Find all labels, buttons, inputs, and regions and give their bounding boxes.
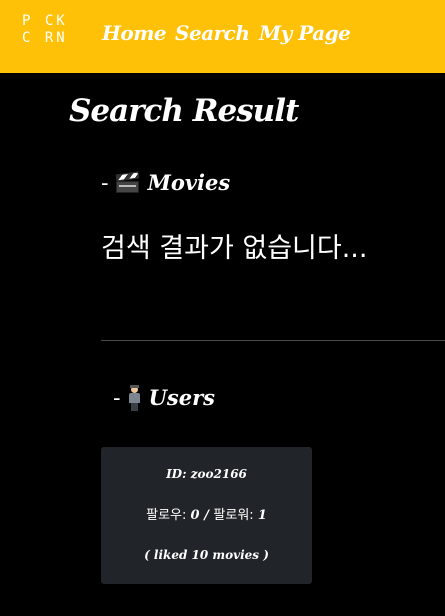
heading-dash: - — [113, 386, 121, 410]
logo-text-top: P CK — [22, 13, 68, 29]
section-divider — [101, 340, 445, 341]
users-section-heading: - Users — [113, 384, 215, 412]
heading-dash: - — [101, 171, 109, 195]
followers-count: 1 — [257, 508, 267, 523]
following-label: 팔로우: — [146, 508, 191, 523]
person-icon — [127, 385, 141, 411]
pickcorn-logo[interactable]: P CK C RN — [22, 13, 78, 51]
users-heading-label: Users — [148, 385, 215, 410]
user-card[interactable]: ID: zoo2166 팔로우: 0 / 팔로워: 1 ( liked 10 m… — [101, 447, 312, 584]
follow-separator: / — [199, 508, 214, 523]
movies-heading-label: Movies — [147, 170, 231, 195]
movies-section-heading: - Movies — [101, 169, 230, 197]
nav-home-link[interactable]: Home — [102, 19, 167, 47]
user-id[interactable]: ID: zoo2166 — [101, 465, 312, 483]
following-count: 0 — [190, 508, 200, 523]
nav-my-page-link[interactable]: My Page — [259, 19, 351, 47]
nav-search-link[interactable]: Search — [175, 19, 250, 47]
clapper-board-icon — [115, 171, 140, 194]
user-follow-stats: 팔로우: 0 / 팔로워: 1 — [101, 507, 312, 525]
movies-empty-message: 검색 결과가 없습니다... — [101, 233, 368, 264]
navbar: P CK C RN Home Search My Page — [0, 0, 445, 73]
page-title: Search Result — [69, 93, 299, 129]
logo-text-bottom: C RN — [22, 30, 68, 46]
user-liked-count: ( liked 10 movies ) — [144, 548, 269, 562]
followers-label: 팔로워: — [213, 508, 258, 523]
